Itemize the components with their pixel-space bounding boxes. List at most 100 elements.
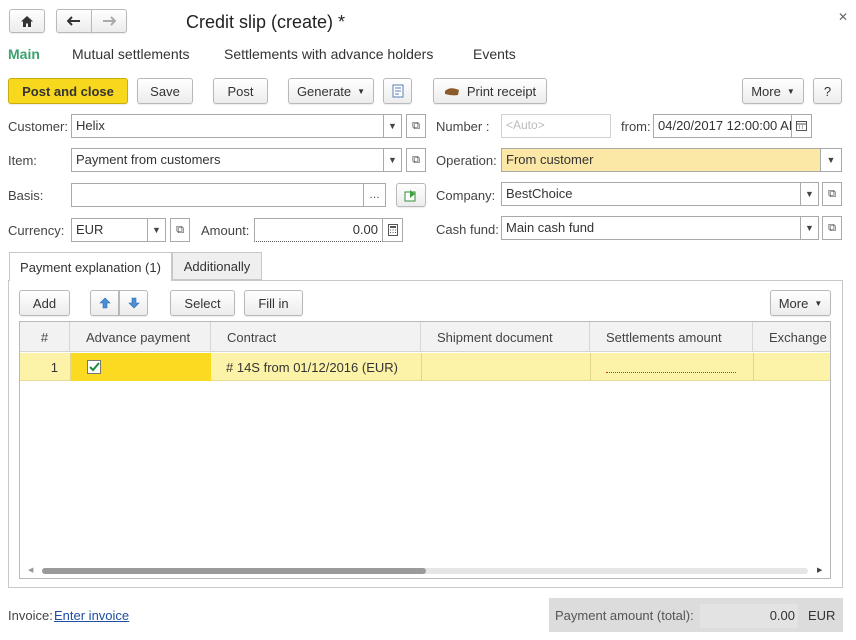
tab-events[interactable]: Events	[473, 46, 516, 62]
customer-dropdown-button[interactable]: ▼	[384, 114, 402, 138]
table-more-label: More	[778, 295, 809, 311]
table-more-button[interactable]: More ▼	[770, 290, 831, 316]
add-button[interactable]: Add	[19, 290, 70, 316]
back-button[interactable]	[56, 9, 92, 33]
cash-fund-label: Cash fund:	[436, 222, 499, 237]
generate-label: Generate	[296, 83, 352, 99]
customer-label: Customer:	[8, 119, 68, 134]
payment-total-currency: EUR	[808, 608, 836, 623]
dropdown-arrow-icon: ▼	[786, 86, 795, 96]
settlements-amount-cell[interactable]	[590, 353, 753, 381]
print-receipt-label: Print receipt	[466, 83, 537, 99]
payment-total-value: 0.00	[700, 604, 798, 628]
window-title: Credit slip (create) *	[186, 12, 346, 32]
contract-cell[interactable]: # 14S from 01/12/2016 (EUR)	[211, 353, 421, 381]
basis-select-button[interactable]: …	[364, 183, 386, 207]
date-field[interactable]: 04/20/2017 12:00:00 AM	[653, 114, 792, 138]
open-icon: ⧉	[412, 153, 420, 166]
number-label: Number :	[436, 119, 490, 134]
row-number-cell: 1	[50, 359, 58, 375]
home-button[interactable]	[9, 9, 45, 33]
fill-in-button[interactable]: Fill in	[244, 290, 303, 316]
operation-dropdown-button[interactable]: ▼	[821, 148, 842, 172]
tab-payment-explanation[interactable]: Payment explanation (1)	[9, 252, 172, 281]
help-button[interactable]: ?	[813, 78, 842, 104]
column-header-exchange[interactable]: Exchange	[753, 322, 830, 352]
home-icon	[21, 15, 33, 27]
tab-additionally[interactable]: Additionally	[172, 252, 262, 280]
column-header-advance-payment[interactable]: Advance payment	[70, 322, 211, 352]
tab-mutual-settlements[interactable]: Mutual settlements	[72, 46, 190, 62]
column-header-number[interactable]: #	[20, 322, 70, 352]
horizontal-scrollbar-thumb[interactable]	[42, 568, 426, 574]
number-field[interactable]: <Auto>	[501, 114, 611, 138]
arrow-left-icon	[67, 16, 80, 26]
basis-field[interactable]	[71, 183, 364, 207]
open-icon: ⧉	[412, 119, 420, 132]
required-field-underline	[606, 372, 736, 373]
enter-invoice-link[interactable]: Enter invoice	[54, 608, 129, 623]
select-button[interactable]: Select	[170, 290, 235, 316]
more-button[interactable]: More ▼	[742, 78, 804, 104]
cash-icon	[444, 88, 459, 96]
forward-button[interactable]	[91, 9, 127, 33]
move-up-button[interactable]	[90, 290, 119, 316]
post-button[interactable]: Post	[213, 78, 268, 104]
arrow-up-icon	[98, 297, 111, 309]
column-header-settlements-amount[interactable]: Settlements amount	[590, 322, 753, 352]
payment-total-label: Payment amount (total):	[555, 608, 694, 623]
basis-label: Basis:	[8, 188, 44, 203]
open-icon: ⧉	[828, 187, 836, 200]
company-open-button[interactable]: ⧉	[822, 182, 842, 206]
move-down-button[interactable]	[119, 290, 148, 316]
column-divider	[590, 353, 591, 381]
item-label: Item:	[8, 153, 37, 168]
scroll-left-icon[interactable]: ◀	[28, 566, 33, 574]
company-dropdown-button[interactable]: ▼	[801, 182, 819, 206]
basis-action-button[interactable]	[396, 183, 426, 207]
advance-payment-checkbox[interactable]	[87, 360, 101, 374]
tab-settlements-advance-holders[interactable]: Settlements with advance holders	[224, 46, 433, 62]
customer-field[interactable]: Helix	[71, 114, 384, 138]
currency-field[interactable]: EUR	[71, 218, 148, 242]
print-receipt-button[interactable]: Print receipt	[433, 78, 547, 104]
dropdown-arrow-icon: ▼	[357, 86, 366, 96]
save-button[interactable]: Save	[137, 78, 193, 104]
operation-field[interactable]: From customer	[501, 148, 821, 172]
post-and-close-button[interactable]: Post and close	[8, 78, 128, 104]
cash-fund-open-button[interactable]: ⧉	[822, 216, 842, 240]
amount-field[interactable]: 0.00	[254, 218, 383, 242]
item-field[interactable]: Payment from customers	[71, 148, 384, 172]
item-open-button[interactable]: ⧉	[406, 148, 426, 172]
column-divider	[70, 353, 71, 381]
calendar-button[interactable]	[792, 114, 812, 138]
dropdown-arrow-icon: ▼	[814, 298, 823, 308]
column-header-contract[interactable]: Contract	[211, 322, 421, 352]
currency-dropdown-button[interactable]: ▼	[148, 218, 166, 242]
currency-open-button[interactable]: ⧉	[170, 218, 190, 242]
cash-fund-dropdown-button[interactable]: ▼	[801, 216, 819, 240]
open-icon: ⧉	[176, 223, 184, 236]
column-header-shipment-document[interactable]: Shipment document	[421, 322, 590, 352]
company-label: Company:	[436, 188, 496, 203]
item-dropdown-button[interactable]: ▼	[384, 148, 402, 172]
customer-open-button[interactable]: ⧉	[406, 114, 426, 138]
document-button[interactable]	[383, 78, 412, 104]
advance-payment-cell[interactable]	[70, 353, 211, 381]
shipment-document-cell[interactable]	[421, 353, 590, 381]
arrow-right-icon	[103, 16, 116, 26]
arrow-down-icon	[127, 297, 140, 309]
amount-label: Amount:	[201, 223, 250, 238]
cash-fund-field[interactable]: Main cash fund	[501, 216, 801, 240]
exchange-cell[interactable]	[753, 353, 830, 381]
calendar-icon	[796, 121, 807, 131]
close-icon[interactable]: ✕	[838, 10, 848, 24]
company-field[interactable]: BestChoice	[501, 182, 801, 206]
currency-label: Currency:	[8, 223, 65, 238]
open-icon: ⧉	[828, 221, 836, 234]
generate-button[interactable]: Generate ▼	[288, 78, 374, 104]
fill-from-icon	[404, 189, 416, 201]
tab-main[interactable]: Main	[8, 46, 40, 62]
calculator-button[interactable]	[383, 218, 403, 242]
scroll-right-icon[interactable]: ▶	[817, 566, 822, 574]
